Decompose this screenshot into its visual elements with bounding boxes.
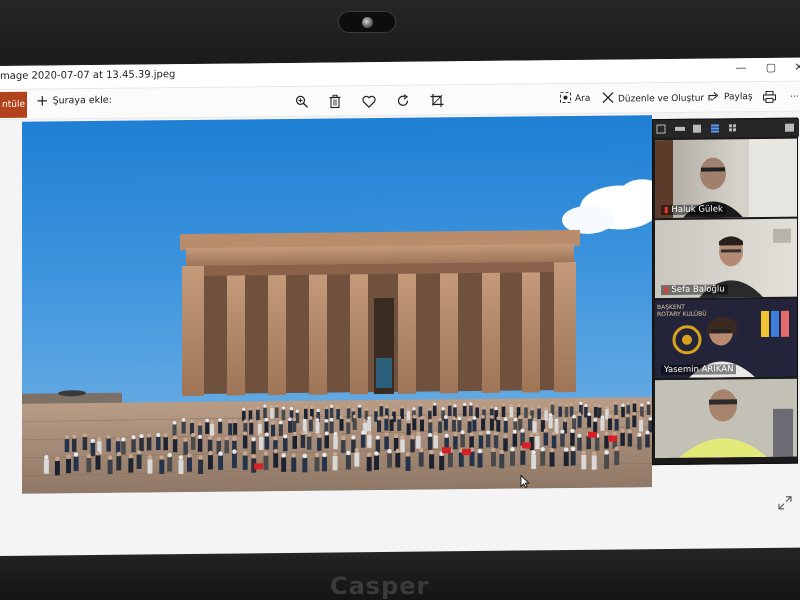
participant-tile-3[interactable]: BAŞKENT ROTARY KULÜBÜ Yasemin ARIKAN <box>655 298 797 379</box>
edit-create-label: Düzenle ve Oluştur <box>618 93 705 105</box>
laptop-bezel-top <box>0 0 800 64</box>
delete-icon[interactable] <box>326 92 344 110</box>
crop-icon[interactable] <box>428 91 446 109</box>
add-to-label: Şuraya ekle: <box>52 94 112 107</box>
close-button[interactable]: ✕ <box>786 60 800 74</box>
mic-muted-icon: ▮ <box>664 285 669 295</box>
mausoleum-crowd-photo <box>22 179 652 494</box>
strip-controls <box>653 118 799 139</box>
share-icon <box>708 92 719 101</box>
search-people-icon <box>560 92 571 104</box>
laptop-bezel-bottom: Casper <box>0 556 800 600</box>
participant-tile-1[interactable]: ▮ Haluk Gülek <box>655 138 797 219</box>
zoom-icon[interactable] <box>293 93 311 111</box>
webcam-icon <box>338 11 396 33</box>
participant-tile-4[interactable] <box>655 378 797 459</box>
participant-name-2: ▮ Sefa Baloğlu <box>661 284 728 296</box>
fullscreen-icon[interactable] <box>778 496 792 510</box>
laptop-scene: mage 2020-07-07 at 13.45.39.jpeg — ▢ ✕ n… <box>0 0 800 600</box>
minimize-button[interactable]: — <box>728 61 754 74</box>
laptop-screen: mage 2020-07-07 at 13.45.39.jpeg — ▢ ✕ n… <box>0 57 800 557</box>
more-button[interactable]: ... <box>790 90 799 100</box>
video-call-strip: ▮ Haluk Gülek ▮ Sefa Baloğlu BAŞKENT ROT… <box>652 117 799 466</box>
view-tab[interactable]: ntüle <box>0 91 27 118</box>
print-icon[interactable] <box>760 88 778 106</box>
share-label: Paylaş <box>724 92 753 103</box>
search-button[interactable]: Ara <box>560 92 590 104</box>
chevron-down-icon[interactable]: ⌄ <box>713 449 721 460</box>
participant-name-1: ▮ Haluk Gülek <box>661 204 726 216</box>
participant-tile-2[interactable]: ▮ Sefa Baloğlu <box>655 218 797 299</box>
edit-create-button[interactable]: Düzenle ve Oluştur ⌄ <box>602 91 716 105</box>
maximize-button[interactable]: ▢ <box>758 61 784 74</box>
brand-logo: Casper <box>330 572 430 600</box>
mic-muted-icon: ▮ <box>664 205 669 215</box>
background-banner-line2: ROTARY KULÜBÜ <box>657 310 707 319</box>
mouse-cursor-icon <box>520 474 530 489</box>
heart-icon[interactable] <box>360 92 378 110</box>
rotate-icon[interactable] <box>394 92 412 110</box>
share-button[interactable]: Paylaş <box>708 90 753 102</box>
search-label: Ara <box>575 93 591 104</box>
participant-video-4 <box>655 378 797 459</box>
window-title: mage 2020-07-07 at 13.45.39.jpeg <box>0 69 176 82</box>
add-to-button[interactable]: + Şuraya ekle: <box>36 91 112 109</box>
participant-name-3: Yasemin ARIKAN <box>661 364 737 376</box>
plus-icon: + <box>36 91 49 110</box>
photo-viewer-image <box>22 115 652 494</box>
edit-icon <box>602 92 614 104</box>
